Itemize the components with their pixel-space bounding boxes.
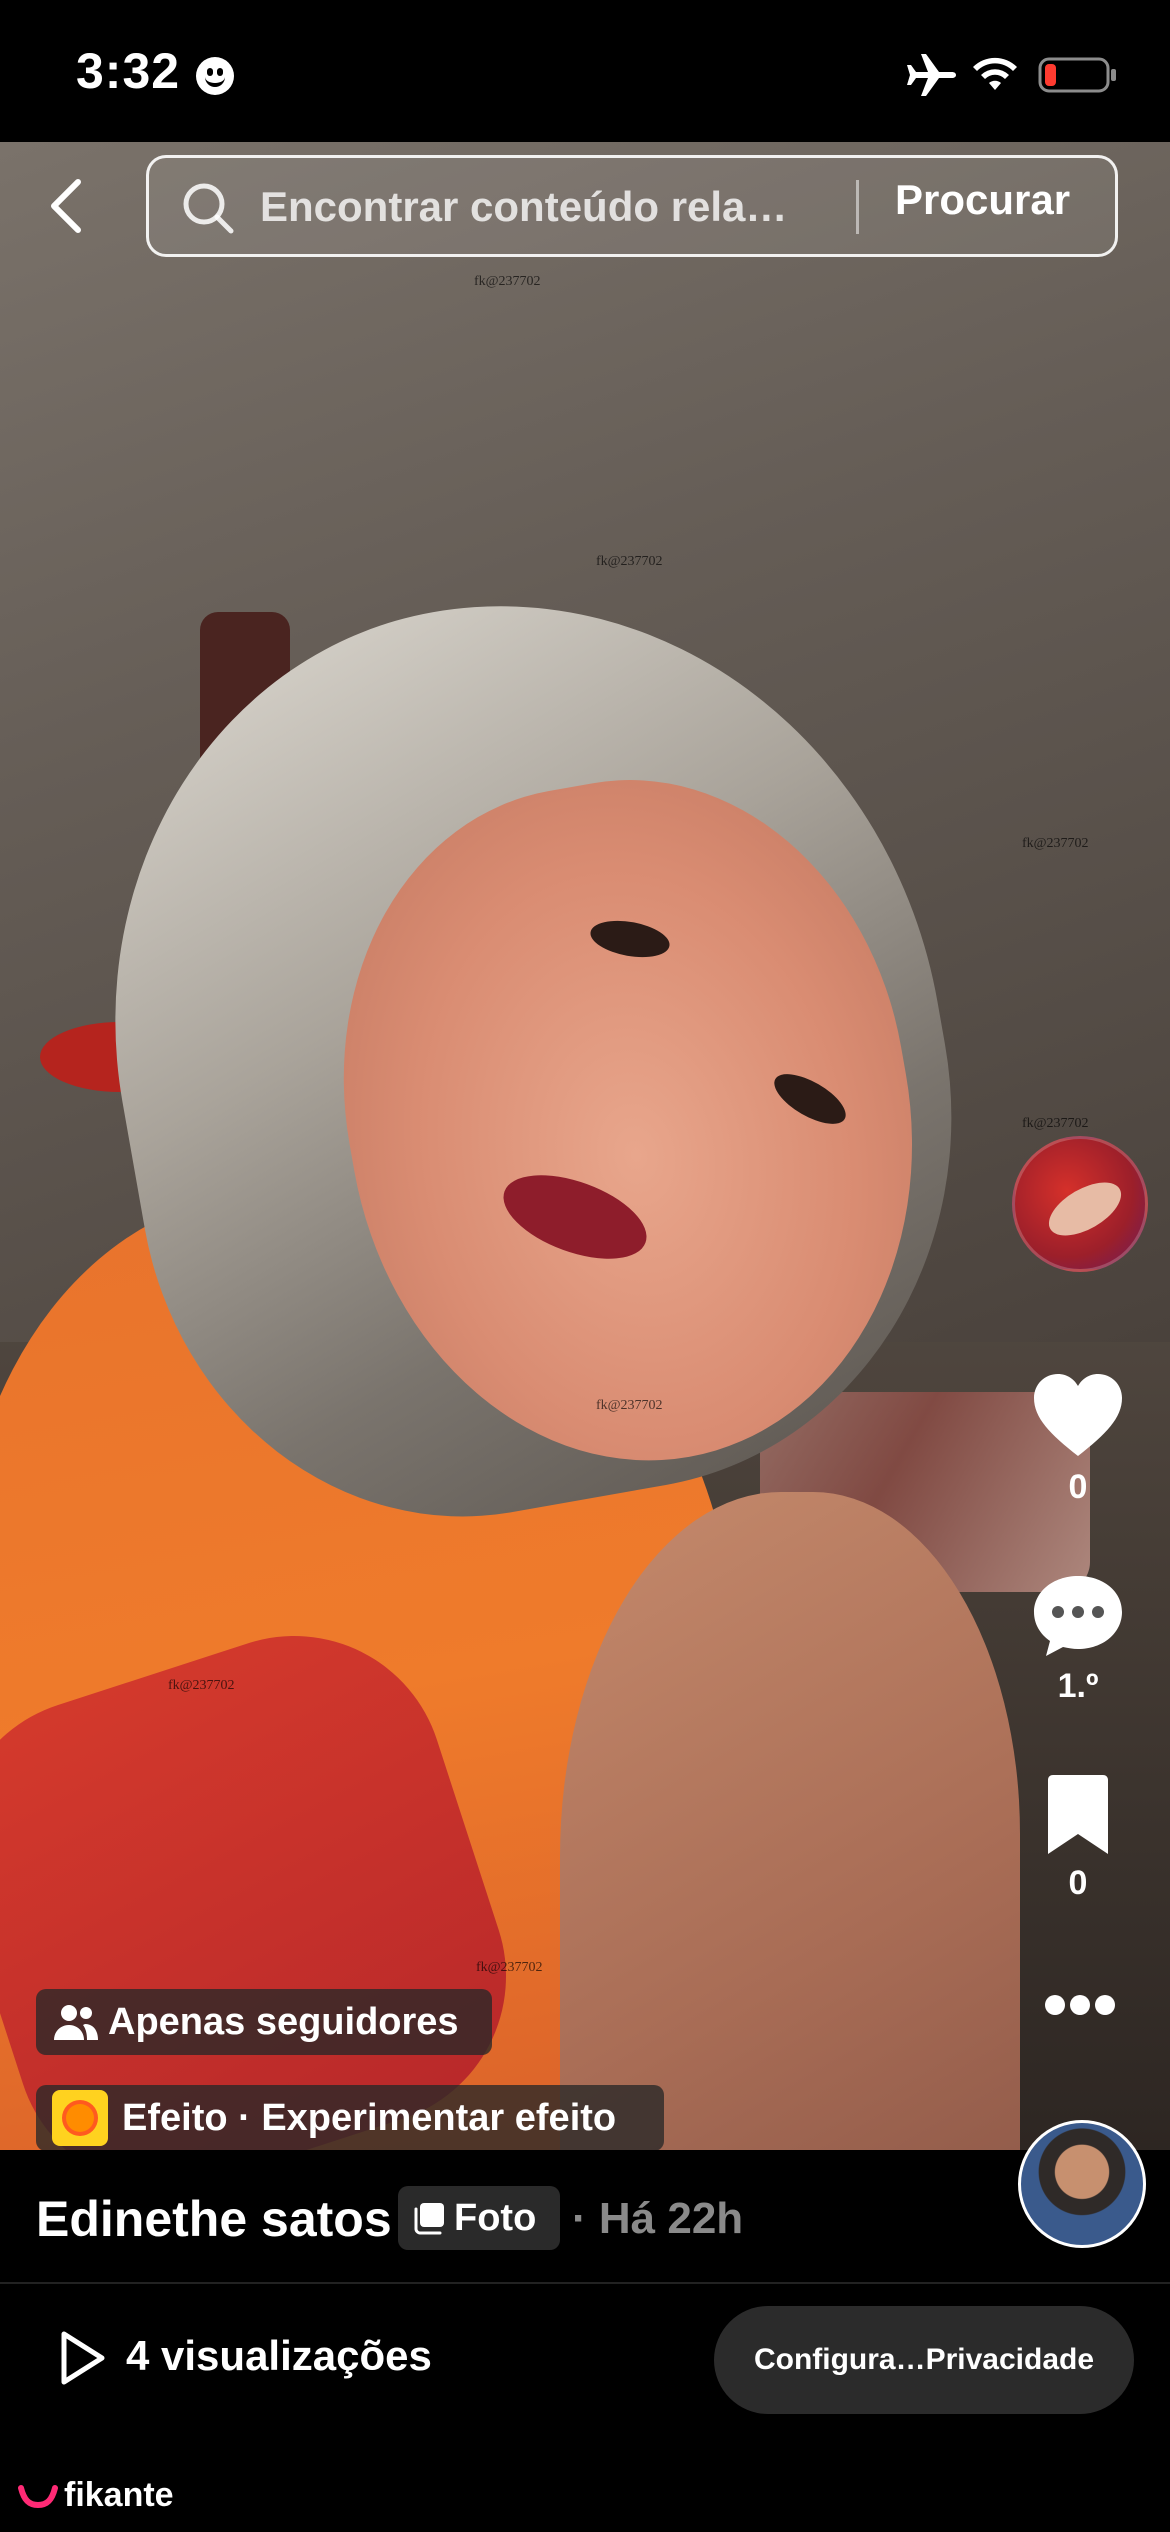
- comment-icon[interactable]: [1030, 1570, 1126, 1660]
- watermark: fk@237702: [168, 1678, 235, 1693]
- followers-only-tag: Apenas seguidores: [36, 1989, 492, 2055]
- search-divider: [856, 180, 859, 234]
- save-count: 0: [1068, 1864, 1088, 1902]
- brand-logo-icon: [18, 2485, 58, 2508]
- battery-icon: [1038, 57, 1116, 93]
- status-time: 3:32: [76, 43, 181, 99]
- watermark: fk@237702: [596, 554, 663, 569]
- comment-count: 1.º: [1057, 1667, 1099, 1705]
- watermark: fk@237702: [1022, 1116, 1089, 1131]
- smile-icon: [196, 57, 234, 95]
- watermark: fk@237702: [476, 1960, 543, 1975]
- post-type-label: Foto: [454, 2196, 537, 2239]
- effect-label: Efeito · Experimentar efeito: [122, 2096, 617, 2139]
- search-input[interactable]: [258, 176, 842, 238]
- post-type-badge: Foto: [398, 2186, 560, 2250]
- post-time: · Há 22h: [572, 2194, 744, 2243]
- brand-name: fikante: [64, 2476, 174, 2514]
- like-count: 0: [1068, 1468, 1088, 1506]
- back-arrow-icon[interactable]: [44, 176, 94, 236]
- watermark: fk@237702: [596, 1398, 663, 1413]
- followers-only-label: Apenas seguidores: [108, 2000, 459, 2043]
- search-button[interactable]: Procurar: [895, 176, 1070, 224]
- watermark: fk@237702: [1022, 836, 1089, 851]
- creator-avatar[interactable]: [1018, 2120, 1146, 2248]
- post-avatar[interactable]: [1012, 1136, 1148, 1272]
- photo-icon: [414, 2203, 444, 2235]
- divider: [0, 2282, 1170, 2284]
- effect-tag[interactable]: Efeito · Experimentar efeito: [36, 2085, 664, 2151]
- search-icon: [183, 183, 234, 234]
- privacy-settings-button[interactable]: Configura…Privacidade: [714, 2306, 1134, 2414]
- effect-icon: [52, 2090, 108, 2146]
- bookmark-icon[interactable]: [1042, 1772, 1114, 1856]
- views-count[interactable]: 4 visualizações: [126, 2332, 432, 2380]
- heart-icon[interactable]: [1030, 1370, 1126, 1460]
- watermark: fk@237702: [474, 274, 541, 289]
- wifi-icon: [973, 57, 1017, 90]
- airplane-icon: [907, 54, 956, 96]
- followers-icon: [54, 2005, 98, 2040]
- more-icon[interactable]: [1045, 1995, 1115, 2017]
- play-icon: [61, 2331, 105, 2385]
- post-photo[interactable]: [0, 142, 1170, 2150]
- author-name[interactable]: Edinethe satos: [36, 2190, 392, 2248]
